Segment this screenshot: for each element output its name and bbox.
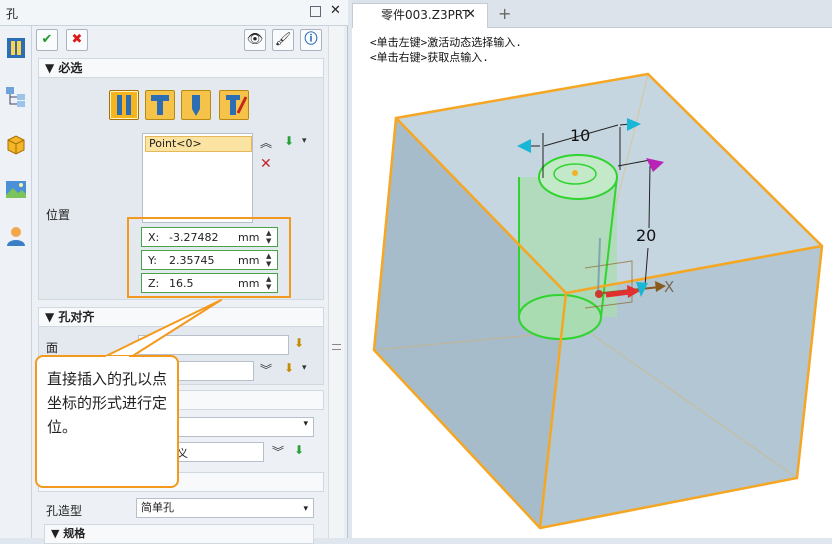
pin-icon[interactable] bbox=[310, 6, 321, 17]
simple-hole-type-button[interactable] bbox=[109, 90, 139, 120]
z-spinner-icon[interactable]: ▲ ▼ bbox=[266, 275, 271, 291]
pick-point-icon[interactable]: ⬇ bbox=[284, 134, 294, 148]
new-tab-icon[interactable]: + bbox=[498, 4, 511, 23]
reference-chevron-icon[interactable]: ︾ bbox=[272, 443, 284, 460]
view-image-icon[interactable] bbox=[4, 178, 28, 202]
z-label: Z: bbox=[148, 277, 160, 290]
preview-eye-button[interactable]: 👁 bbox=[244, 29, 266, 51]
reference-pick-icon[interactable]: ⬇ bbox=[294, 443, 304, 457]
brush-button[interactable]: 🖌 bbox=[272, 29, 294, 51]
x-label: X: bbox=[148, 231, 160, 244]
hole-type-custom-icon bbox=[226, 95, 248, 115]
annotation-callout: 直接插入的孔以点坐标的形式进行定位。 bbox=[35, 355, 179, 488]
info-icon: ⓘ bbox=[304, 32, 318, 47]
hole-type-tapped-icon bbox=[192, 95, 200, 116]
close-tab-icon[interactable]: ✕ bbox=[465, 4, 476, 26]
tapped-hole-type-button[interactable] bbox=[181, 90, 211, 120]
remove-point-icon[interactable]: ✕ bbox=[260, 156, 272, 172]
y-spinner-icon[interactable]: ▲ ▼ bbox=[266, 252, 271, 268]
y-coordinate-field[interactable]: Y: 2.35745 mm ▲ ▼ bbox=[141, 250, 278, 270]
brush-icon: 🖌 bbox=[274, 32, 292, 47]
hole-cylinder-top bbox=[538, 154, 618, 200]
custom-hole-type-button[interactable] bbox=[219, 90, 249, 120]
x-spinner-icon[interactable]: ▲ ▼ bbox=[266, 229, 271, 245]
cancel-button[interactable]: ✖ bbox=[66, 29, 88, 51]
pick-dropdown-icon[interactable]: ▾ bbox=[302, 136, 307, 146]
feature-icon[interactable] bbox=[4, 36, 28, 60]
ok-button[interactable]: ✔ bbox=[36, 29, 58, 51]
panel-header: 孔 ✕ bbox=[0, 0, 348, 26]
hole-type-counterbore-icon bbox=[151, 95, 169, 115]
part-cube-icon[interactable] bbox=[4, 132, 28, 156]
section-align-header[interactable]: ▼ 孔对齐 bbox=[38, 307, 324, 327]
face-label: 面 bbox=[46, 341, 59, 355]
point-list[interactable]: Point<0> bbox=[142, 133, 253, 223]
collapse-chevron-icon[interactable]: ︽ bbox=[260, 134, 272, 151]
dimension-20-label: 20 bbox=[636, 226, 656, 245]
hole-type-simple-icon bbox=[117, 95, 131, 115]
document-tab-bar: 零件003.Z3PRT ✕ + bbox=[352, 0, 832, 28]
y-label: Y: bbox=[148, 254, 157, 267]
x-value: -3.27482 bbox=[169, 231, 219, 244]
hole-shape-select[interactable]: 简单孔 ▾ bbox=[136, 498, 314, 518]
hole-shape-dropdown-icon: ▾ bbox=[303, 504, 308, 514]
position-label: 位置 bbox=[46, 208, 71, 222]
direction-chevron-icon[interactable]: ︾ bbox=[260, 361, 272, 378]
z-value: 16.5 bbox=[169, 277, 194, 290]
viewport-3d[interactable]: 10 20 X bbox=[352, 28, 832, 538]
tree-icon[interactable] bbox=[4, 84, 28, 108]
close-panel-icon[interactable]: ✕ bbox=[330, 3, 341, 18]
face-input[interactable] bbox=[138, 335, 289, 355]
point-list-item[interactable]: Point<0> bbox=[145, 136, 252, 152]
user-role-icon[interactable] bbox=[4, 224, 28, 248]
triad-red-arrow bbox=[605, 289, 631, 298]
section-align-title: 孔对齐 bbox=[58, 310, 95, 324]
x-unit: mm bbox=[238, 231, 260, 244]
hole-cylinder-bottom bbox=[518, 294, 602, 340]
z-unit: mm bbox=[238, 277, 260, 290]
dimension-10-label: 10 bbox=[570, 126, 590, 145]
counterbore-hole-type-button[interactable] bbox=[145, 90, 175, 120]
document-tab[interactable]: 零件003.Z3PRT ✕ bbox=[352, 3, 488, 28]
info-button[interactable]: ⓘ bbox=[300, 29, 322, 51]
eye-icon: 👁 bbox=[246, 32, 264, 47]
section-required-header[interactable]: ▼ 必选 bbox=[38, 58, 324, 78]
hole-center-point bbox=[572, 170, 578, 176]
section-required-title: 必选 bbox=[58, 61, 83, 75]
axis-x-label: X bbox=[664, 278, 674, 296]
direction-pick-icon[interactable]: ⬇ bbox=[284, 361, 294, 375]
side-icon-strip bbox=[0, 26, 32, 538]
hole-shape-label: 孔造型 bbox=[46, 504, 83, 518]
direction-dropdown-icon[interactable]: ▾ bbox=[302, 363, 307, 373]
y-value: 2.35745 bbox=[169, 254, 215, 267]
x-coordinate-field[interactable]: X: -3.27482 mm ▲ ▼ bbox=[141, 227, 278, 247]
panel-scrollbar[interactable] bbox=[328, 26, 344, 538]
option-dropdown-icon: ▾ bbox=[303, 419, 308, 429]
face-pick-icon[interactable]: ⬇ bbox=[294, 336, 304, 350]
hole-shape-value: 简单孔 bbox=[141, 501, 174, 514]
panel-title: 孔 bbox=[6, 7, 19, 21]
z-coordinate-field[interactable]: Z: 16.5 mm ▲ ▼ bbox=[141, 273, 278, 293]
y-unit: mm bbox=[238, 254, 260, 267]
triad-origin bbox=[595, 290, 603, 298]
document-tab-title: 零件003.Z3PRT bbox=[381, 8, 470, 22]
section-spec-header[interactable]: ▼ 规格 bbox=[44, 524, 314, 544]
section-spec-title: 规格 bbox=[63, 527, 86, 540]
